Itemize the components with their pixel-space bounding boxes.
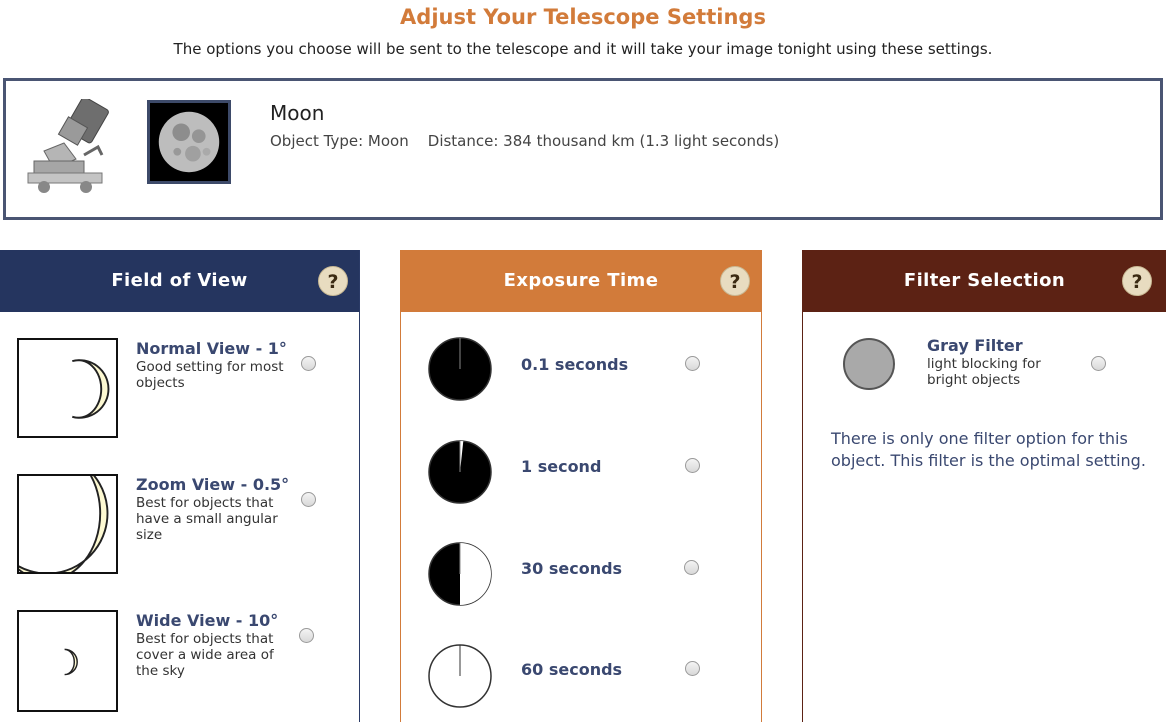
- gray-filter-description: light blocking for bright objects: [927, 356, 1041, 388]
- exposure-dial-icon: [428, 440, 492, 504]
- exposure-time-help-icon[interactable]: ?: [720, 266, 750, 296]
- exposure-radio[interactable]: [685, 661, 700, 676]
- exposure-dial-icon: [428, 644, 492, 708]
- gray-filter-swatch: [843, 338, 895, 390]
- object-details: Object Type: Moon Distance: 384 thousand…: [270, 132, 780, 150]
- normal-view-preview: [17, 338, 118, 438]
- exposure-radio[interactable]: [685, 458, 700, 473]
- page-subtitle: The options you choose will be sent to t…: [173, 40, 993, 58]
- gray-filter-title: Gray Filter: [927, 336, 1023, 355]
- exposure-dial-icon: [428, 337, 492, 401]
- exposure-radio[interactable]: [685, 356, 700, 371]
- zoom-view-preview: [17, 474, 118, 574]
- telescope-image: [27, 99, 109, 193]
- filter-selection-help-icon[interactable]: ?: [1122, 266, 1152, 296]
- filter-selection-header: Filter Selection ?: [803, 250, 1166, 312]
- moon-thumbnail: [147, 100, 231, 184]
- zoom-view-radio[interactable]: [301, 492, 316, 507]
- exposure-label: 0.1 seconds: [521, 355, 629, 374]
- field-of-view-header: Field of View ?: [0, 250, 359, 312]
- wide-view-title: Wide View - 10°: [136, 611, 279, 630]
- zoom-view-title: Zoom View - 0.5°: [136, 475, 290, 494]
- object-info-box: Moon Object Type: Moon Distance: 384 tho…: [3, 78, 1163, 220]
- exposure-dial-icon: [428, 542, 492, 606]
- filter-note: There is only one filter option for this…: [831, 429, 1146, 470]
- exposure-label: 30 seconds: [521, 559, 623, 578]
- normal-view-title: Normal View - 1°: [136, 339, 287, 358]
- exposure-time-header: Exposure Time ?: [401, 250, 761, 312]
- filter-selection-title: Filter Selection: [903, 270, 1066, 291]
- exposure-radio[interactable]: [684, 560, 699, 575]
- exposure-label: 1 second: [521, 457, 602, 476]
- normal-view-radio[interactable]: [301, 356, 316, 371]
- field-of-view-title: Field of View: [111, 270, 248, 291]
- exposure-time-panel: Exposure Time ? 0.1 seconds 1 second 30 …: [400, 250, 762, 722]
- page-title: Adjust Your Telescope Settings: [400, 5, 766, 29]
- gray-filter-radio[interactable]: [1091, 356, 1106, 371]
- filter-selection-panel: Filter Selection ? Gray Filter light blo…: [802, 250, 1166, 722]
- wide-view-preview: [17, 610, 118, 712]
- object-name: Moon: [270, 101, 325, 125]
- exposure-time-title: Exposure Time: [503, 270, 659, 291]
- wide-view-radio[interactable]: [299, 628, 314, 643]
- zoom-view-description: Best for objects that have a small angul…: [136, 495, 278, 543]
- normal-view-description: Good setting for most objects: [136, 359, 284, 391]
- exposure-label: 60 seconds: [521, 660, 623, 679]
- field-of-view-panel: Field of View ? Normal View - 1° Good se…: [0, 250, 360, 722]
- field-of-view-help-icon[interactable]: ?: [318, 266, 348, 296]
- wide-view-description: Best for objects that cover a wide area …: [136, 631, 274, 679]
